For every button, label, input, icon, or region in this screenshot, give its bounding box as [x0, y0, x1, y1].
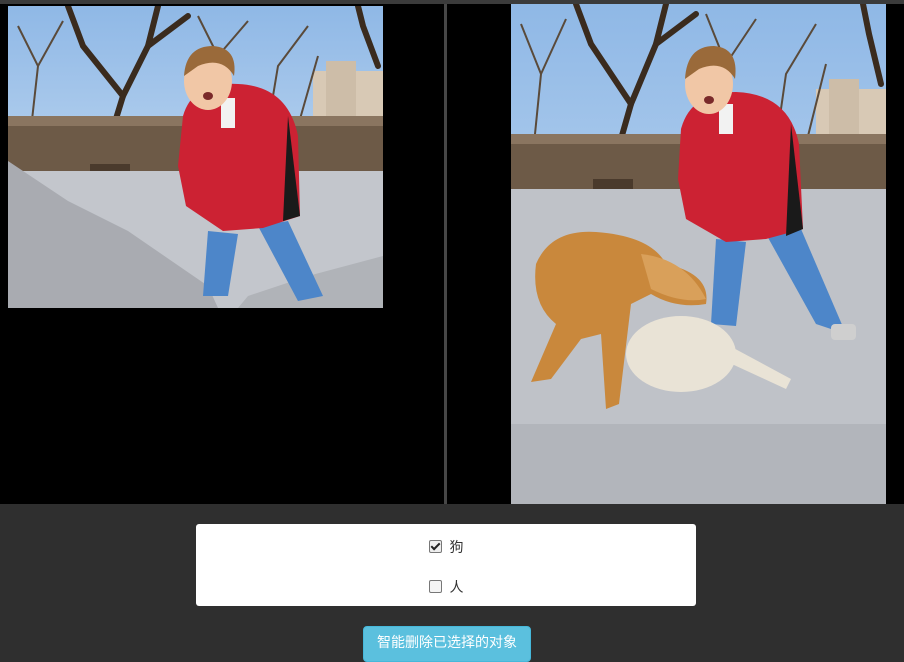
original-image — [511, 4, 886, 504]
original-image-panel — [447, 4, 904, 504]
option-dog-row[interactable]: 狗 — [196, 537, 696, 557]
option-person-row[interactable]: 人 — [196, 577, 696, 597]
person-checkbox[interactable] — [428, 580, 442, 593]
option-dog-label: 狗 — [449, 540, 464, 556]
object-selection-card: 狗 人 — [196, 524, 696, 606]
option-person-label: 人 — [449, 580, 464, 596]
smart-remove-button[interactable]: 智能删除已选择的对象 — [363, 626, 531, 662]
result-image — [8, 6, 383, 308]
dog-checkbox[interactable] — [428, 540, 442, 553]
result-image-panel — [0, 4, 444, 504]
